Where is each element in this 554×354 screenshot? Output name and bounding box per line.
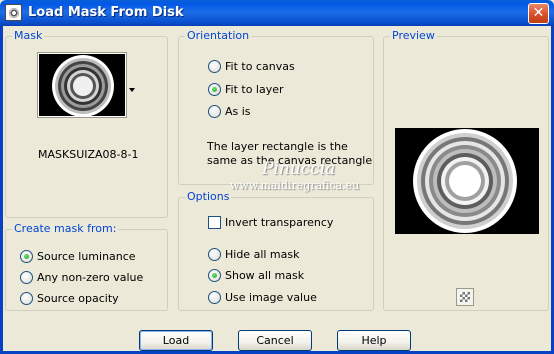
- radio-button[interactable]: [208, 247, 221, 261]
- watermark-name: Pinuccia: [262, 159, 336, 179]
- radio-label: Source luminance: [37, 249, 136, 263]
- checkbox-invert-transparency[interactable]: Invert transparency: [208, 214, 333, 230]
- window-frame-left: [0, 26, 3, 354]
- radio-label: Fit to layer: [225, 82, 284, 96]
- radio-button[interactable]: [20, 249, 33, 263]
- radio-label: Use image value: [225, 290, 317, 304]
- radio-source-luminance[interactable]: Source luminance: [20, 248, 136, 264]
- checkbox-label: Invert transparency: [225, 215, 334, 229]
- window-title: Load Mask From Disk: [28, 5, 184, 20]
- mask-rings-icon: [52, 55, 114, 117]
- mask-thumbnail[interactable]: [37, 52, 127, 118]
- help-button[interactable]: Help: [337, 330, 411, 351]
- radio-button[interactable]: [20, 270, 33, 284]
- radio-label: Show all mask: [225, 268, 305, 282]
- radio-source-opacity[interactable]: Source opacity: [20, 290, 119, 306]
- radio-button[interactable]: [208, 104, 221, 118]
- create-mask-from-label: Create mask from:: [12, 222, 119, 235]
- mask-dropdown-arrow-icon[interactable]: [129, 88, 135, 92]
- radio-fit-to-canvas[interactable]: Fit to canvas: [208, 58, 295, 74]
- radio-hide-all-mask[interactable]: Hide all mask: [208, 246, 299, 262]
- radio-any-non-zero-value[interactable]: Any non-zero value: [20, 269, 143, 285]
- radio-fit-to-layer[interactable]: Fit to layer: [208, 81, 284, 97]
- radio-label: Any non-zero value: [37, 270, 144, 284]
- app-icon: [5, 4, 22, 21]
- close-button[interactable]: ✕: [528, 3, 549, 24]
- radio-button[interactable]: [208, 59, 221, 73]
- radio-button[interactable]: [208, 82, 221, 96]
- radio-button[interactable]: [208, 290, 221, 304]
- mask-name: MASKSUIZA08-8-1: [38, 148, 139, 161]
- radio-as-is[interactable]: As is: [208, 103, 251, 119]
- preview-image: [395, 128, 539, 234]
- preview-rings-icon: [413, 129, 517, 233]
- transparency-toggle-icon[interactable]: [456, 288, 474, 306]
- options-group-label: Options: [185, 190, 232, 203]
- watermark-url: www.maidiregrafica.eu: [230, 179, 360, 192]
- preview-group-label: Preview: [390, 29, 437, 42]
- radio-label: Source opacity: [37, 291, 119, 305]
- orientation-group-label: Orientation: [185, 29, 252, 42]
- mask-group-label: Mask: [12, 29, 45, 42]
- radio-label: Hide all mask: [225, 247, 300, 261]
- checkbox[interactable]: [208, 215, 221, 229]
- cancel-button[interactable]: Cancel: [238, 330, 312, 351]
- radio-use-image-value[interactable]: Use image value: [208, 289, 317, 305]
- radio-button[interactable]: [208, 268, 221, 282]
- radio-button[interactable]: [20, 291, 33, 305]
- radio-label: As is: [225, 104, 251, 118]
- radio-show-all-mask[interactable]: Show all mask: [208, 267, 304, 283]
- radio-label: Fit to canvas: [225, 59, 295, 73]
- load-button[interactable]: Load: [139, 330, 213, 351]
- title-bar: Load Mask From Disk ✕: [0, 0, 554, 26]
